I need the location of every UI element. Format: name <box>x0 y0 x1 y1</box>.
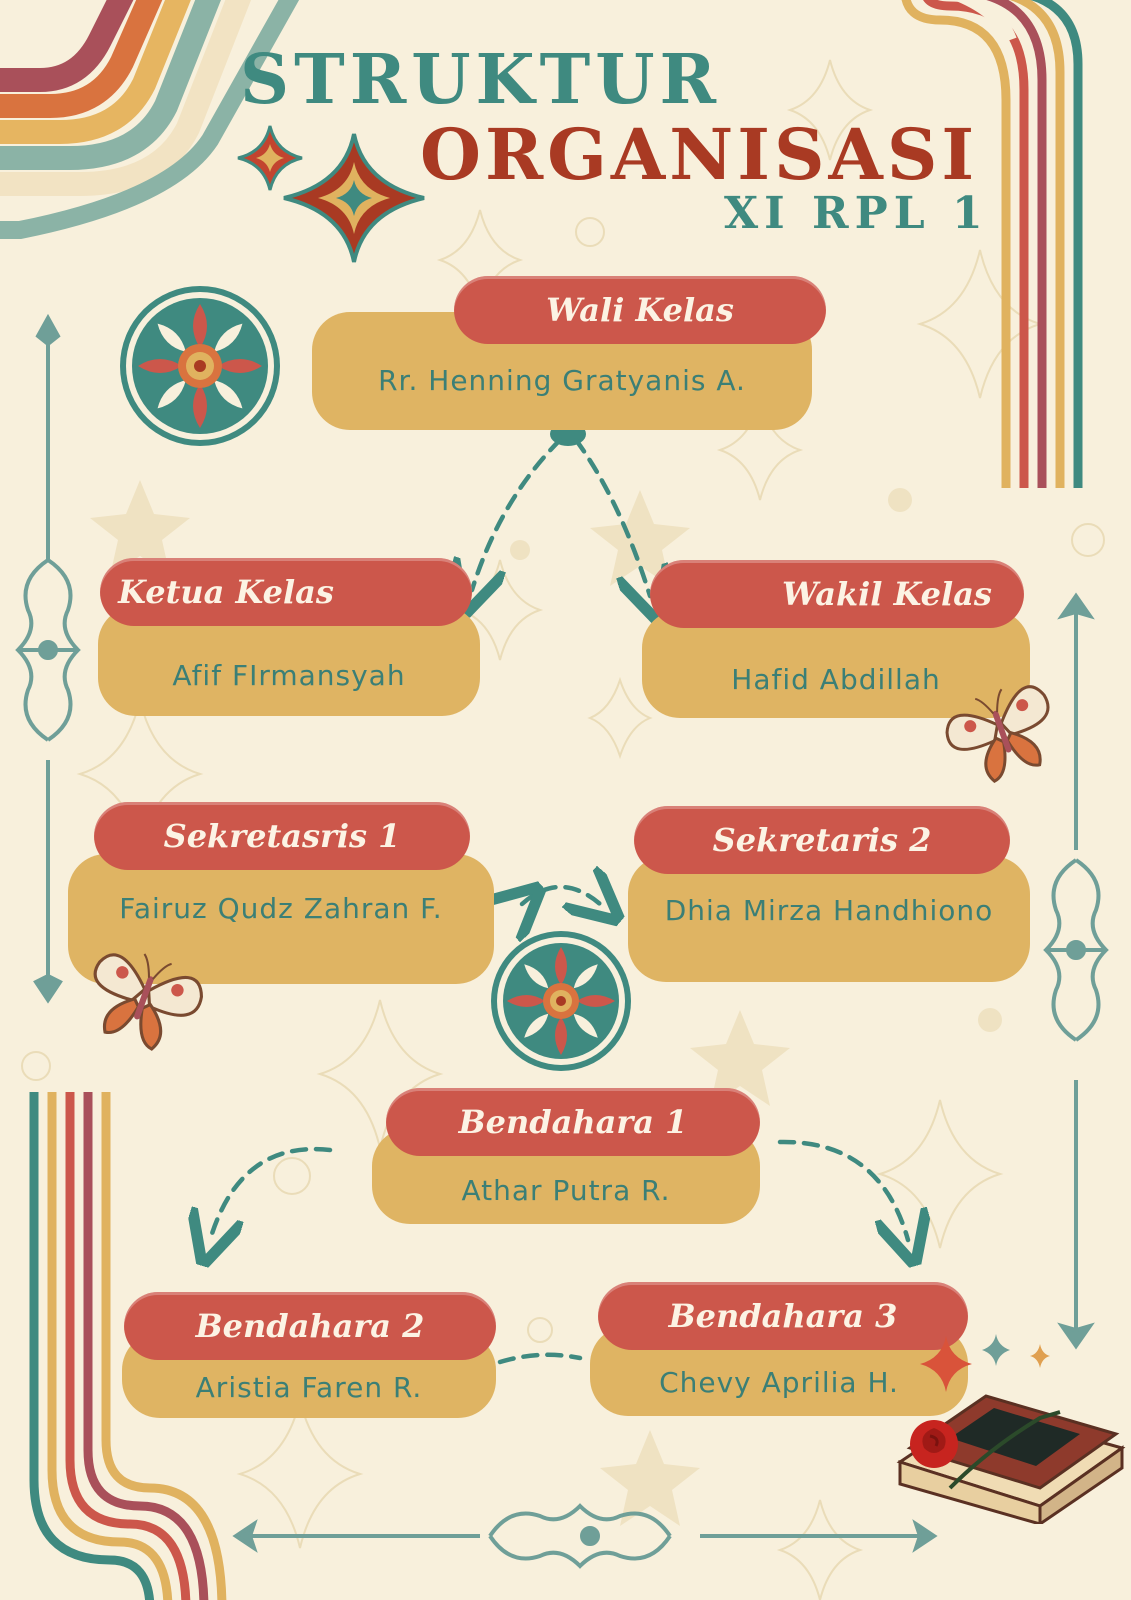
dashed-arrow-icon <box>522 887 600 904</box>
butterfly-icon <box>93 953 203 1051</box>
role-label: Wali Kelas <box>454 276 826 344</box>
poster: STRUKTUR ORGANISASI XI RPL 1 Rr. Henning… <box>0 0 1131 1600</box>
member-name: Chevy Aprilia H. <box>659 1365 899 1399</box>
role-title: Ketua Kelas <box>118 573 334 611</box>
dashed-arrow-icon <box>472 437 563 590</box>
role-title: Bendahara 2 <box>195 1307 425 1345</box>
dashed-arrow-icon <box>573 437 650 596</box>
member-name: Aristia Faren R. <box>195 1370 423 1404</box>
org-card-wali-kelas: Rr. Henning Gratyanis A. Wali Kelas <box>312 276 826 430</box>
card-body: Dhia Mirza Handhiono <box>628 856 1030 982</box>
role-label: Wakil Kelas <box>650 560 1024 628</box>
role-label: Bendahara 2 <box>124 1292 496 1360</box>
book-with-rose-icon <box>896 1394 1126 1524</box>
member-name: Hafid Abdillah <box>731 662 941 696</box>
dashed-arrow-icon <box>777 1139 908 1240</box>
org-card-ketua-kelas: Afif FIrmansyah Ketua Kelas <box>98 558 480 716</box>
mandala-icon <box>491 931 631 1071</box>
dashed-connector <box>497 1352 583 1365</box>
role-label: Bendahara 3 <box>598 1282 968 1350</box>
member-name: Afif FIrmansyah <box>172 658 406 692</box>
mandala-icon <box>120 286 280 446</box>
role-label: Ketua Kelas <box>100 558 472 626</box>
role-label: Bendahara 1 <box>386 1088 760 1156</box>
org-card-bendahara-2: Aristia Faren R. Bendahara 2 <box>122 1292 496 1418</box>
role-label: Sekretasris 1 <box>94 802 470 870</box>
org-card-bendahara-1: Athar Putra R. Bendahara 1 <box>372 1088 760 1224</box>
role-title: Sekretasris 1 <box>163 817 401 855</box>
role-title: Bendahara 1 <box>458 1103 688 1141</box>
role-title: Bendahara 3 <box>668 1297 898 1335</box>
role-label: Sekretaris 2 <box>634 806 1010 874</box>
role-title: Wakil Kelas <box>782 575 992 613</box>
dashed-arrow-icon <box>210 1146 333 1240</box>
member-name: Fairuz Qudz Zahran F. <box>119 891 443 925</box>
member-name: Athar Putra R. <box>461 1173 671 1207</box>
role-title: Sekretaris 2 <box>712 821 932 859</box>
org-card-sekretaris-2: Dhia Mirza Handhiono Sekretaris 2 <box>628 806 1030 982</box>
member-name: Rr. Henning Gratyanis A. <box>378 363 746 397</box>
role-title: Wali Kelas <box>546 291 734 329</box>
member-name: Dhia Mirza Handhiono <box>664 893 994 927</box>
butterfly-icon <box>945 685 1050 783</box>
